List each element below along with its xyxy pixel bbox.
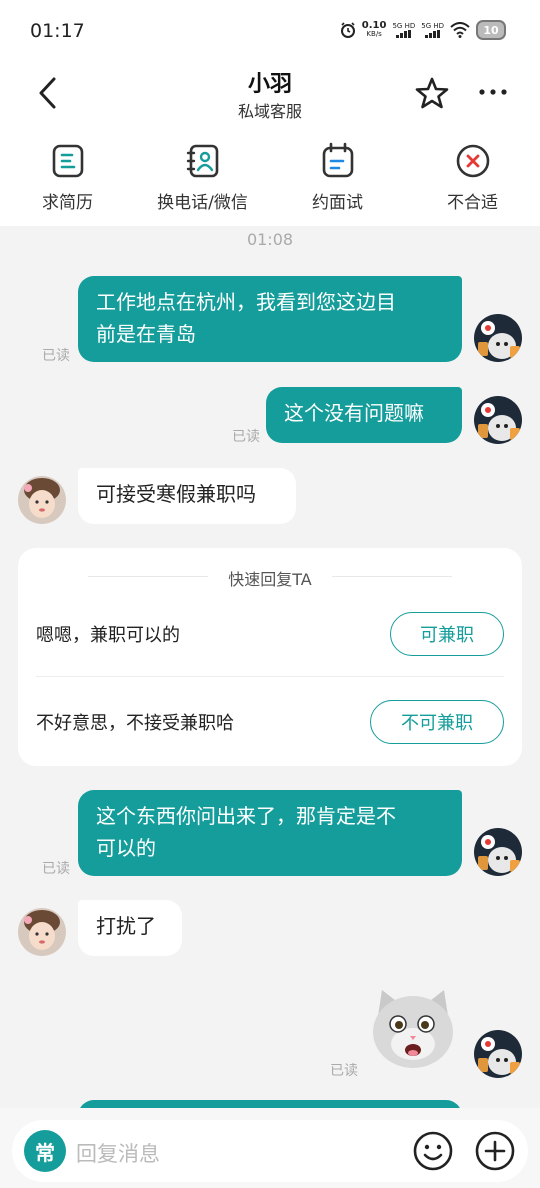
status-bar: 01:17 0.10 KB/s 5G HD 5G HD 10 <box>0 0 540 62</box>
contact-card-icon <box>186 144 218 178</box>
quick-reply-option: 不好意思，不接受兼职哈 不可兼职 <box>36 692 504 752</box>
contact-avatar[interactable] <box>18 476 66 524</box>
divider <box>332 576 452 577</box>
calendar-icon <box>322 142 353 178</box>
mouse-avatar-icon <box>474 314 522 362</box>
girl-avatar-icon <box>18 908 66 956</box>
action-exchange-contact[interactable]: 换电话/微信 <box>135 130 270 226</box>
quick-action-bar: 求简历 换电话/微信 约面试 不合适 <box>0 130 540 226</box>
girl-avatar-icon <box>18 476 66 524</box>
message-input-container[interactable]: 常 回复消息 <box>12 1120 528 1182</box>
resume-icon <box>52 144 83 178</box>
mouse-avatar-icon <box>474 828 522 876</box>
quick-reply-title: 快速回复TA <box>228 570 312 589</box>
alarm-icon <box>340 22 355 38</box>
common-phrases-button[interactable]: 常 <box>24 1130 66 1172</box>
message-bubble-out[interactable]: 这个东西你问出来了，那肯定是不 可以的 <box>78 790 462 876</box>
my-avatar[interactable] <box>474 1030 522 1078</box>
chat-header: 小羽 私域客服 <box>0 62 540 130</box>
my-avatar[interactable] <box>474 828 522 876</box>
mouse-avatar-icon <box>474 396 522 444</box>
mouse-avatar-icon <box>474 1030 522 1078</box>
quick-reply-card: 快速回复TA 嗯嗯，兼职可以的 可兼职 不好意思，不接受兼职哈 不可兼职 <box>18 548 522 766</box>
emoji-icon[interactable] <box>412 1130 454 1172</box>
contact-name: 小羽 <box>247 72 292 97</box>
star-icon[interactable] <box>414 76 450 110</box>
quick-reply-option: 嗯嗯，兼职可以的 可兼职 <box>36 604 504 664</box>
contact-avatar[interactable] <box>18 908 66 956</box>
action-schedule-interview[interactable]: 约面试 <box>270 130 405 226</box>
chat-timestamp: 01:08 <box>246 230 294 249</box>
plus-icon[interactable] <box>474 1130 516 1172</box>
message-input[interactable]: 回复消息 <box>76 1138 160 1168</box>
quick-reply-button[interactable]: 可兼职 <box>390 612 504 656</box>
input-bar: 常 回复消息 <box>0 1108 540 1188</box>
read-status: 已读 <box>42 861 70 877</box>
signal-1: 5G HD <box>392 22 415 38</box>
action-not-suitable[interactable]: 不合适 <box>405 130 540 226</box>
divider <box>36 676 504 677</box>
quick-reply-text: 不好意思，不接受兼职哈 <box>36 713 234 734</box>
message-bubble-in[interactable]: 打扰了 <box>78 900 182 956</box>
read-status: 已读 <box>42 348 70 364</box>
signal-2: 5G HD <box>421 22 444 38</box>
message-bubble-out[interactable]: 这个没有问题嘛 <box>266 387 462 443</box>
status-icons: 0.10 KB/s 5G HD 5G HD 10 <box>340 20 506 40</box>
read-status: 已读 <box>232 429 260 445</box>
quick-reply-button[interactable]: 不可兼职 <box>370 700 504 744</box>
net-speed: 0.10 KB/s <box>361 20 387 39</box>
cat-sticker-icon[interactable] <box>368 986 458 1072</box>
battery-indicator: 10 <box>476 20 506 40</box>
status-time: 01:17 <box>30 20 85 42</box>
contact-subtitle: 私域客服 <box>237 102 302 121</box>
quick-reply-text: 嗯嗯，兼职可以的 <box>36 625 180 646</box>
message-bubble-in[interactable]: 可接受寒假兼职吗 <box>78 468 296 524</box>
reject-icon <box>456 144 489 178</box>
wifi-icon <box>450 22 470 38</box>
message-bubble-out[interactable]: 工作地点在杭州，我看到您这边目 前是在青岛 <box>78 276 462 362</box>
action-request-resume[interactable]: 求简历 <box>0 130 135 226</box>
more-icon[interactable] <box>478 82 508 102</box>
my-avatar[interactable] <box>474 396 522 444</box>
my-avatar[interactable] <box>474 314 522 362</box>
read-status: 已读 <box>330 1063 358 1079</box>
